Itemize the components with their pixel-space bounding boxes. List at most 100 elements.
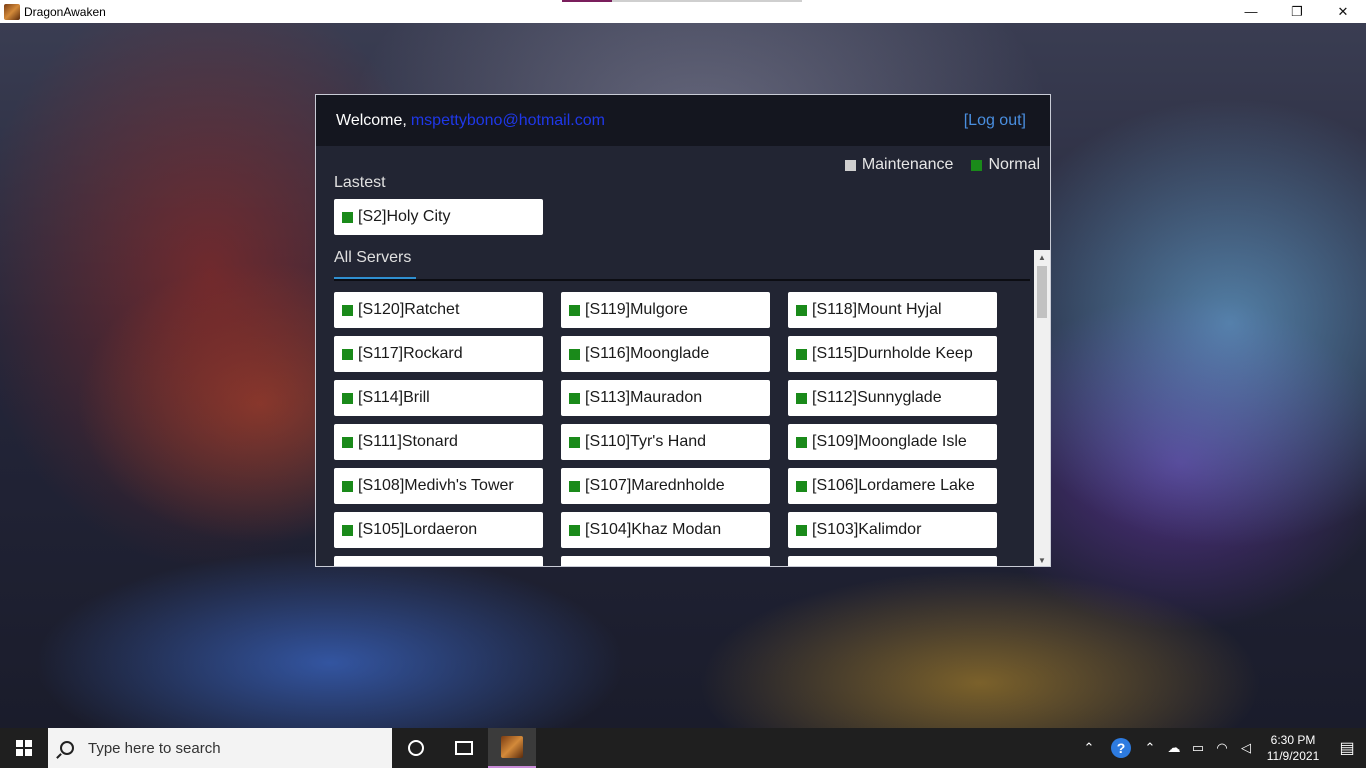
status-normal-icon [796, 392, 807, 404]
battery-icon[interactable]: ▭ [1186, 728, 1210, 768]
window-controls: — ❐ ✕ [1228, 0, 1366, 23]
help-tray-button[interactable]: ? [1104, 728, 1138, 768]
wifi-icon[interactable]: ◠ [1210, 728, 1234, 768]
server-button-partial[interactable] [561, 556, 770, 566]
server-name: [S108]Medivh's Tower [358, 477, 514, 494]
logout-link[interactable]: [Log out] [964, 112, 1026, 130]
server-name: [S115]Durnholde Keep [812, 345, 973, 362]
clock-date: 11/9/2021 [1266, 749, 1320, 763]
scroll-up-icon[interactable]: ▲ [1034, 250, 1050, 264]
server-name: [S107]Marednholde [585, 477, 725, 494]
minimize-button[interactable]: — [1228, 0, 1274, 23]
status-normal-icon [569, 480, 580, 492]
welcome-area: Welcome, mspettybono@hotmail.com [336, 112, 605, 130]
status-normal-icon [569, 392, 580, 404]
tray-scroll-icon[interactable]: ⌃ [1074, 728, 1104, 768]
legend-maintenance-label: Maintenance [861, 156, 954, 173]
server-button[interactable]: [S113]Mauradon [561, 380, 770, 416]
scroll-thumb[interactable] [1037, 266, 1047, 318]
status-normal-icon [569, 304, 580, 316]
server-button[interactable]: [S107]Marednholde [561, 468, 770, 504]
status-normal-icon [569, 348, 580, 360]
status-normal-icon [342, 436, 353, 448]
server-button-partial[interactable] [334, 556, 543, 566]
clock[interactable]: 6:30 PM 11/9/2021 [1258, 732, 1328, 764]
onedrive-icon[interactable]: ☁ [1162, 728, 1186, 768]
server-name: [S111]Stonard [358, 433, 458, 450]
server-button[interactable]: [S104]Khaz Modan [561, 512, 770, 548]
server-name: [S105]Lordaeron [358, 521, 478, 538]
server-button[interactable]: [S118]Mount Hyjal [788, 292, 997, 328]
server-name: [S109]Moonglade Isle [812, 433, 967, 450]
server-name: [S114]Brill [358, 389, 430, 406]
chevron-up-icon[interactable]: ⌃ [1138, 728, 1162, 768]
status-normal-icon [569, 524, 580, 536]
status-normal-icon [342, 524, 353, 536]
status-normal-icon [796, 524, 807, 536]
taskbar: Type here to search ⌃ ? ⌃ ☁ ▭ ◠ ◁ 6:30 P… [0, 728, 1366, 768]
help-icon: ? [1111, 738, 1131, 758]
server-button[interactable]: [S105]Lordaeron [334, 512, 543, 548]
latest-server-button[interactable]: [S2]Holy City [334, 199, 543, 235]
server-button[interactable]: [S112]Sunnyglade [788, 380, 997, 416]
cortana-icon [408, 740, 424, 756]
status-normal-icon [796, 480, 807, 492]
tab-all-servers[interactable]: All Servers [334, 249, 411, 267]
server-name: [S104]Khaz Modan [585, 521, 722, 538]
dragonawaken-app-icon [501, 736, 523, 758]
status-normal-icon [342, 211, 353, 223]
server-name: [S116]Moonglade [585, 345, 710, 362]
server-name: [S113]Mauradon [585, 389, 703, 406]
normal-square-icon [971, 159, 983, 171]
server-button[interactable]: [S103]Kalimdor [788, 512, 997, 548]
task-view-button[interactable] [440, 728, 488, 768]
server-button[interactable]: [S108]Medivh's Tower [334, 468, 543, 504]
legend-normal: Normal [971, 156, 1040, 174]
legend-maintenance: Maintenance [844, 156, 954, 174]
taskbar-search[interactable]: Type here to search [48, 728, 392, 768]
server-name: [S118]Mount Hyjal [812, 301, 942, 318]
server-name: [S112]Sunnyglade [812, 389, 942, 406]
start-button[interactable] [0, 728, 48, 768]
server-button[interactable]: [S110]Tyr's Hand [561, 424, 770, 460]
server-button[interactable]: [S116]Moonglade [561, 336, 770, 372]
server-select-panel: Welcome, mspettybono@hotmail.com [Log out… [315, 94, 1051, 567]
server-button[interactable]: [S111]Stonard [334, 424, 543, 460]
title-accent-line [612, 0, 802, 2]
server-list-scrollbar[interactable]: ▲ ▼ [1034, 250, 1050, 566]
legend-normal-label: Normal [988, 156, 1040, 173]
system-tray: ⌃ ? ⌃ ☁ ▭ ◠ ◁ 6:30 PM 11/9/2021 ▤ [1074, 728, 1366, 768]
welcome-label: Welcome, [336, 111, 407, 129]
scroll-down-icon[interactable]: ▼ [1034, 553, 1050, 566]
server-button[interactable]: [S109]Moonglade Isle [788, 424, 997, 460]
server-name: [S110]Tyr's Hand [585, 433, 707, 450]
taskbar-app-dragonawaken[interactable] [488, 728, 536, 768]
title-bar: DragonAwaken — ❐ ✕ [0, 0, 1366, 23]
server-button[interactable]: [S114]Brill [334, 380, 543, 416]
server-list: [S120]Ratchet [S119]Mulgore [S118]Mount … [316, 281, 1050, 566]
windows-logo-icon [16, 740, 32, 756]
panel-header: Welcome, mspettybono@hotmail.com [Log out… [316, 95, 1050, 146]
server-button[interactable]: [S117]Rockard [334, 336, 543, 372]
server-button[interactable]: [S106]Lordamere Lake [788, 468, 997, 504]
notification-icon[interactable]: ▤ [1328, 738, 1366, 758]
server-button[interactable]: [S120]Ratchet [334, 292, 543, 328]
status-normal-icon [342, 480, 353, 492]
maximize-button[interactable]: ❐ [1274, 0, 1320, 23]
cortana-button[interactable] [392, 728, 440, 768]
clock-time: 6:30 PM [1270, 733, 1316, 747]
status-normal-icon [796, 304, 807, 316]
title-accent [562, 0, 612, 2]
app-icon [4, 3, 20, 20]
server-button[interactable]: [S115]Durnholde Keep [788, 336, 997, 372]
server-button-partial[interactable] [788, 556, 997, 566]
maintenance-square-icon [844, 159, 856, 171]
server-button[interactable]: [S119]Mulgore [561, 292, 770, 328]
volume-muted-icon[interactable]: ◁ [1234, 728, 1258, 768]
server-name: [S2]Holy City [358, 208, 451, 225]
close-button[interactable]: ✕ [1320, 0, 1366, 23]
status-legend: Maintenance Normal [844, 156, 1040, 174]
user-email: mspettybono@hotmail.com [410, 111, 605, 129]
search-placeholder: Type here to search [88, 739, 221, 757]
status-normal-icon [342, 392, 353, 404]
